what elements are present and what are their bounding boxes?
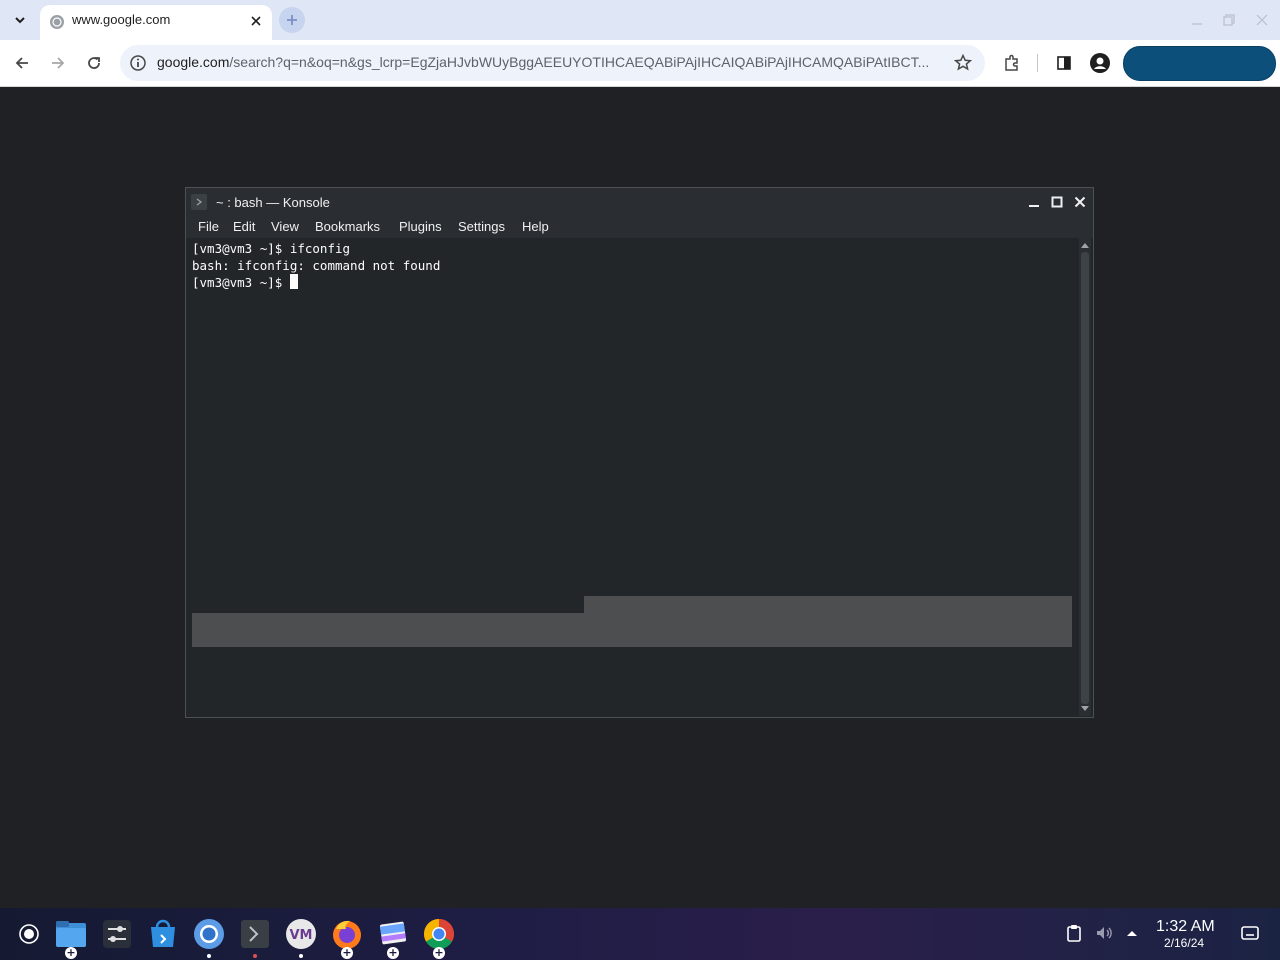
forward-arrow-icon[interactable]: [47, 52, 69, 74]
terminal-prompt: [vm3@vm3 ~]$: [192, 275, 290, 290]
globe-icon: [50, 15, 64, 29]
new-tab-button[interactable]: [279, 7, 305, 33]
app-badge-plus: +: [341, 946, 353, 959]
tab-title: www.google.com: [72, 12, 171, 27]
konsole-minimize-icon[interactable]: [1026, 194, 1042, 210]
taskbar: + VM + + + 1:32 AM 2/16/24: [0, 908, 1280, 960]
terminal-cursor: [289, 274, 298, 289]
reload-icon[interactable]: [83, 52, 105, 74]
clock-date[interactable]: 2/16/24: [1164, 936, 1204, 950]
chromium-app-icon[interactable]: [192, 917, 226, 958]
menu-bookmarks[interactable]: Bookmarks: [315, 219, 380, 234]
plus-icon: [287, 15, 297, 25]
close-tab-icon[interactable]: [248, 13, 264, 29]
konsole-titlebar[interactable]: ~ : bash — Konsole: [186, 188, 1093, 216]
files-app-icon[interactable]: +: [54, 917, 88, 959]
clipboard-icon[interactable]: [1064, 923, 1084, 943]
url-path: /search?q=n&oq=n&gs_lcrp=EgZjaHJvbWUyBgg…: [229, 54, 930, 70]
browser-tabbar: www.google.com: [0, 0, 1280, 40]
terminal-line: bash: ifconfig: command not found: [192, 258, 441, 273]
tab-search-chevron-icon[interactable]: [8, 8, 32, 32]
svg-text:VM: VM: [290, 928, 313, 943]
volume-icon[interactable]: [1094, 923, 1114, 943]
toolbar-divider: [1037, 54, 1038, 72]
scrollbar-track[interactable]: [1081, 252, 1089, 704]
url-domain: google.com: [157, 54, 230, 70]
browser-toolbar: google.com/search?q=n&oq=n&gs_lcrp=EgZja…: [0, 40, 1280, 87]
clock-time[interactable]: 1:32 AM: [1156, 918, 1215, 936]
konsole-maximize-icon[interactable]: [1049, 194, 1065, 210]
restore-icon[interactable]: [1221, 12, 1237, 28]
chrome-app-icon[interactable]: +: [422, 917, 456, 959]
app-running-dot: [299, 954, 303, 958]
menu-edit[interactable]: Edit: [233, 219, 255, 234]
minimize-icon[interactable]: [1189, 12, 1205, 28]
terminal-prompt-line: [vm3@vm3 ~]$: [192, 274, 1074, 291]
address-bar[interactable]: google.com/search?q=n&oq=n&gs_lcrp=EgZja…: [120, 45, 985, 81]
keyboard-icon[interactable]: [1240, 923, 1260, 943]
terminal-scrollbar[interactable]: [1079, 238, 1091, 716]
store-app-icon[interactable]: [146, 917, 180, 951]
menu-settings[interactable]: Settings: [458, 219, 505, 234]
gray-overlay-block: [192, 613, 584, 647]
konsole-app-icon: [191, 194, 207, 210]
close-window-icon[interactable]: [1254, 12, 1270, 28]
terminal-area[interactable]: [vm3@vm3 ~]$ ifconfig bash: ifconfig: co…: [192, 240, 1074, 710]
menu-plugins[interactable]: Plugins: [399, 219, 442, 234]
app-badge-plus: +: [65, 946, 77, 959]
site-info-icon[interactable]: [128, 53, 148, 73]
app-badge-plus: +: [433, 946, 445, 959]
menu-file[interactable]: File: [198, 219, 219, 234]
app-badge-plus: +: [387, 946, 399, 959]
vmware-app-icon[interactable]: VM: [284, 917, 318, 958]
firefox-app-icon[interactable]: +: [330, 917, 364, 959]
kate-app-icon[interactable]: +: [376, 917, 410, 959]
app-running-dot: [207, 954, 211, 958]
bookmark-star-icon[interactable]: [953, 53, 973, 73]
browser-tab-active[interactable]: www.google.com: [40, 5, 272, 40]
konsole-title: ~ : bash — Konsole: [216, 195, 330, 210]
terminal-line: [vm3@vm3 ~]$ ifconfig: [192, 241, 351, 256]
account-button[interactable]: [1123, 46, 1276, 81]
scroll-up-icon[interactable]: [1080, 240, 1090, 250]
profile-avatar-icon[interactable]: [1089, 52, 1111, 74]
tray-expand-up-icon[interactable]: [1122, 923, 1142, 943]
konsole-app-icon[interactable]: [238, 917, 272, 958]
konsole-menubar: File Edit View Bookmarks Plugins Setting…: [186, 216, 1093, 238]
back-arrow-icon[interactable]: [11, 52, 33, 74]
menu-view[interactable]: View: [271, 219, 299, 234]
launcher-icon[interactable]: [18, 923, 40, 945]
app-running-dot: [253, 954, 257, 958]
side-panel-icon[interactable]: [1053, 52, 1075, 74]
konsole-close-icon[interactable]: [1072, 194, 1088, 210]
scroll-down-icon[interactable]: [1080, 704, 1090, 714]
gray-overlay-block: [584, 596, 1072, 647]
settings-app-icon[interactable]: [100, 917, 134, 951]
menu-help[interactable]: Help: [522, 219, 549, 234]
url-text[interactable]: google.com/search?q=n&oq=n&gs_lcrp=EgZja…: [157, 54, 947, 70]
konsole-window: ~ : bash — Konsole File Edit View Bookma…: [185, 187, 1094, 718]
extensions-puzzle-icon[interactable]: [1001, 52, 1023, 74]
